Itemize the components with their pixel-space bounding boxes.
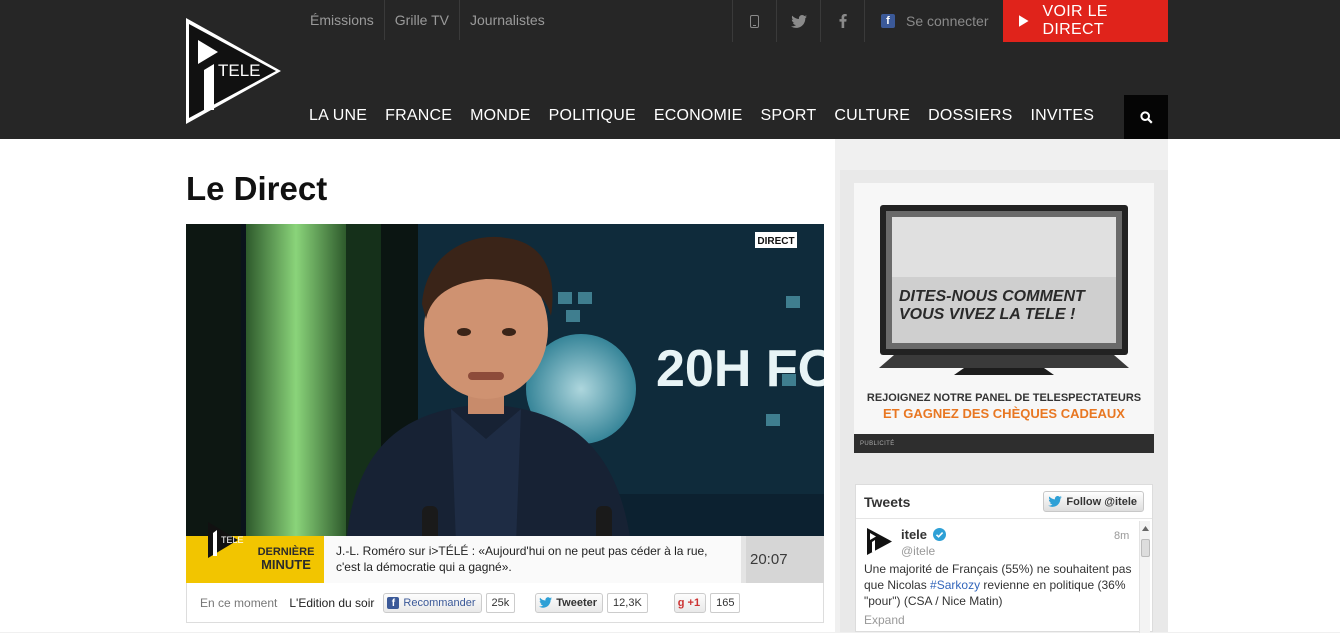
svg-text:REJOIGNEZ NOTRE PANEL DE TELES: REJOIGNEZ NOTRE PANEL DE TELESPECTATEURS: [867, 392, 1141, 404]
svg-text:TELE: TELE: [218, 61, 261, 80]
svg-text:20H FOO: 20H FOO: [656, 340, 824, 398]
nav-monde[interactable]: MONDE: [461, 96, 540, 136]
video-player[interactable]: 20H FOO TELE DIRECT DERNIÈRE MINUTE J.-L…: [186, 224, 824, 583]
google-plus-count: 165: [710, 592, 741, 613]
itele-logo[interactable]: TELE: [186, 18, 281, 124]
follow-button[interactable]: Follow @itele: [1043, 491, 1144, 512]
facebook-recommend-button[interactable]: f Recommander: [383, 592, 482, 613]
tweet-count: 12,3K: [607, 592, 648, 613]
now-label: En ce moment: [200, 595, 278, 610]
main-nav: LA UNE FRANCE MONDE POLITIQUE ECONOMIE S…: [300, 96, 1103, 136]
expand-link[interactable]: Expand: [864, 613, 905, 627]
current-show[interactable]: L'Edition du soir: [289, 596, 374, 610]
ad-tv-illustration: DITES-NOUS COMMENT VOUS VIVEZ LA TELE ! …: [854, 183, 1154, 434]
tweets-widget: Tweets Follow @itele itele @itele 8m Une…: [855, 484, 1153, 633]
tweet-text: Une majorité de Français (55%) ne souhai…: [864, 562, 1132, 608]
avatar[interactable]: [865, 526, 893, 557]
verified-icon: [932, 528, 946, 541]
link-grille-tv[interactable]: Grille TV: [385, 0, 460, 40]
tweet-button[interactable]: Tweeter: [535, 592, 604, 613]
svg-text:ET GAGNEZ DES CHÈQUES CADEAUX: ET GAGNEZ DES CHÈQUES CADEAUX: [883, 406, 1125, 421]
search-icon: [1139, 110, 1153, 124]
nav-economie[interactable]: ECONOMIE: [645, 96, 752, 136]
svg-text:DITES-NOUS COMMENT: DITES-NOUS COMMENT: [899, 288, 1086, 305]
share-bar: En ce moment L'Edition du soir f Recomma…: [186, 583, 824, 623]
facebook-icon[interactable]: [820, 0, 864, 42]
svg-text:TELE: TELE: [221, 535, 244, 545]
svg-text:c'est la démocratie qui a gagn: c'est la démocratie qui a gagné».: [336, 560, 512, 574]
scrollbar-thumb[interactable]: [1141, 539, 1150, 557]
nav-france[interactable]: FRANCE: [376, 96, 461, 136]
link-journalistes[interactable]: Journalistes: [460, 0, 555, 40]
search-button[interactable]: [1124, 95, 1168, 139]
facebook-icon: f: [387, 596, 400, 609]
direct-badge: DIRECT: [757, 236, 794, 247]
advertisement[interactable]: DITES-NOUS COMMENT VOUS VIVEZ LA TELE ! …: [854, 183, 1154, 453]
tweets-scrollbar[interactable]: [1139, 521, 1150, 633]
nav-culture[interactable]: CULTURE: [825, 96, 919, 136]
link-emissions[interactable]: Émissions: [300, 0, 385, 40]
tweet-author-name[interactable]: itele: [901, 527, 946, 542]
twitter-bird-icon: [1048, 496, 1063, 507]
social-links: f Se connecter: [732, 0, 1003, 42]
connect-button[interactable]: f Se connecter: [864, 0, 1003, 42]
mobile-icon[interactable]: [732, 0, 776, 42]
svg-text:VOUS VIVEZ LA TELE !: VOUS VIVEZ LA TELE !: [899, 306, 1076, 323]
play-icon: [1019, 15, 1029, 27]
video-clock: 20:07: [750, 551, 788, 568]
tweet-author-handle[interactable]: @itele: [901, 544, 935, 558]
svg-text:J.-L. Roméro sur i>TÉLÉ : «Auj: J.-L. Roméro sur i>TÉLÉ : «Aujourd'hui o…: [336, 543, 708, 558]
twitter-icon[interactable]: [776, 0, 820, 42]
page-title: Le Direct: [186, 170, 328, 207]
scroll-up-icon[interactable]: [1141, 525, 1150, 532]
nav-dossiers[interactable]: DOSSIERS: [919, 96, 1021, 136]
tweets-header: Tweets Follow @itele: [856, 485, 1152, 519]
google-plus-icon: g: [677, 596, 685, 609]
ad-label: PUBLICITÉ: [854, 434, 1154, 453]
nav-la-une[interactable]: LA UNE: [300, 96, 376, 136]
nav-sport[interactable]: SPORT: [752, 96, 826, 136]
facebook-count: 25k: [485, 592, 516, 613]
top-links: Émissions Grille TV Journalistes: [300, 0, 555, 40]
tweet-time[interactable]: 8m: [1114, 530, 1129, 542]
hashtag-link[interactable]: #Sarkozy: [930, 578, 980, 592]
facebook-connect-icon: f: [881, 14, 895, 28]
site-header: TELE Émissions Grille TV Journalistes f …: [0, 0, 1340, 139]
live-label: VOIR LE DIRECT: [1042, 3, 1108, 38]
nav-invites[interactable]: INVITES: [1021, 96, 1103, 136]
twitter-bird-icon: [539, 597, 553, 608]
google-plus-button[interactable]: g +1: [673, 592, 707, 613]
live-button[interactable]: VOIR LE DIRECT: [1003, 0, 1168, 42]
tweets-title: Tweets: [864, 493, 911, 510]
video-frame: 20H FOO TELE DIRECT DERNIÈRE MINUTE J.-L…: [186, 224, 824, 583]
nav-politique[interactable]: POLITIQUE: [540, 96, 645, 136]
content-background-right: [1168, 139, 1340, 632]
svg-text:MINUTE: MINUTE: [261, 557, 311, 572]
connect-label: Se connecter: [906, 13, 989, 29]
tweet-item[interactable]: itele @itele 8m Une majorité de Français…: [856, 519, 1152, 627]
